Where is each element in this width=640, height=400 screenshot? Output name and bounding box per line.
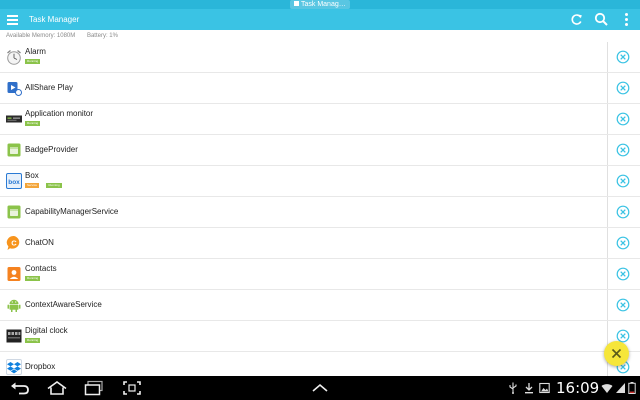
hamburger-menu-icon[interactable] xyxy=(7,13,18,26)
app-title: Task Manager xyxy=(29,15,80,24)
list-item-name: Dropbox xyxy=(25,362,56,371)
home-icon[interactable] xyxy=(46,380,68,396)
list-item-name: ChatON xyxy=(25,238,54,247)
close-circle-icon[interactable] xyxy=(616,174,630,188)
close-icon xyxy=(611,348,622,359)
list-item-name: Box xyxy=(25,171,39,180)
list-item-name: ContextAwareService xyxy=(25,300,102,309)
download-icon xyxy=(525,383,533,394)
status-notification-label: Task Manag… xyxy=(301,1,346,8)
list-item-capabilitymanagerservice[interactable]: CapabilityManagerService xyxy=(0,197,640,228)
list-item-name: Application monitor xyxy=(25,109,94,118)
list-item-contextawareservice[interactable]: ContextAwareService xyxy=(0,290,640,321)
list-item-box[interactable]: box Box Service Running xyxy=(0,166,640,197)
battery-icon xyxy=(628,382,636,394)
svg-text:box: box xyxy=(8,179,20,186)
running-badge: Running xyxy=(46,183,62,188)
chevron-up-icon[interactable] xyxy=(311,380,329,396)
image-icon xyxy=(539,382,550,394)
svg-text:C: C xyxy=(11,239,17,248)
list-item-dropbox[interactable]: Dropbox xyxy=(0,352,640,376)
android-package-icon xyxy=(7,143,21,157)
list-item-name: BadgeProvider xyxy=(25,145,78,154)
list-item-name: Contacts xyxy=(25,264,57,273)
service-badge: Service xyxy=(25,183,40,188)
android-robot-icon xyxy=(7,299,21,312)
close-circle-icon[interactable] xyxy=(616,143,630,157)
task-list[interactable]: Alarm Running AllShare Play Application … xyxy=(0,42,640,376)
list-item-chaton[interactable]: C ChatON xyxy=(0,228,640,259)
back-icon[interactable] xyxy=(10,380,30,396)
list-item-digital-clock[interactable]: Digital clock Running xyxy=(0,321,640,352)
usb-icon xyxy=(509,382,517,394)
close-circle-icon[interactable] xyxy=(616,205,630,219)
allshare-play-icon xyxy=(7,82,22,96)
status-bar: Task Manag… xyxy=(0,0,640,9)
android-package-icon xyxy=(7,205,21,219)
battery-level: Battery: 1% xyxy=(86,33,118,39)
close-circle-icon[interactable] xyxy=(616,267,630,281)
memory-info-bar: Available Memory: 1080M Battery: 1% xyxy=(0,30,640,42)
list-item-badgeprovider[interactable]: BadgeProvider xyxy=(0,135,640,166)
list-item-name: AllShare Play xyxy=(25,83,74,92)
dropbox-icon xyxy=(6,359,22,375)
running-badge: Running xyxy=(25,276,41,281)
list-item-alarm[interactable]: Alarm Running xyxy=(0,42,640,73)
application-monitor-icon xyxy=(6,115,22,123)
close-circle-icon[interactable] xyxy=(616,50,630,64)
list-item-name: Digital clock xyxy=(25,326,68,335)
contacts-icon xyxy=(7,267,21,281)
system-nav-bar: 16:09 xyxy=(0,376,640,400)
system-clock: 16:09 xyxy=(556,379,600,397)
alarm-clock-icon xyxy=(7,49,21,65)
available-memory: Available Memory: 1080M xyxy=(6,33,76,39)
close-circle-icon[interactable] xyxy=(616,236,630,250)
chaton-icon: C xyxy=(6,235,20,250)
screenshot-icon[interactable] xyxy=(122,380,142,396)
list-item-contacts[interactable]: Contacts Running xyxy=(0,259,640,290)
status-notification: Task Manag… xyxy=(290,0,350,9)
notification-app-icon xyxy=(294,1,299,6)
close-circle-icon[interactable] xyxy=(616,298,630,312)
digital-clock-icon xyxy=(6,329,22,343)
app-bar: Task Manager xyxy=(0,9,640,30)
list-item-allshare-play[interactable]: AllShare Play xyxy=(0,73,640,104)
list-item-name: Alarm xyxy=(25,47,46,56)
refresh-icon[interactable] xyxy=(568,11,585,28)
signal-icon xyxy=(616,383,625,393)
box-icon: box xyxy=(6,173,22,189)
search-icon[interactable] xyxy=(593,11,610,28)
running-badge: Running xyxy=(25,121,41,126)
running-badge: Running xyxy=(25,338,41,343)
wifi-icon xyxy=(601,384,613,393)
close-circle-icon[interactable] xyxy=(616,81,630,95)
close-circle-icon[interactable] xyxy=(616,112,630,126)
recent-apps-icon[interactable] xyxy=(84,380,104,396)
list-item-application-monitor[interactable]: Application monitor Running xyxy=(0,104,640,135)
overflow-menu-icon[interactable] xyxy=(618,11,635,28)
kill-all-button[interactable] xyxy=(604,341,629,366)
running-badge: Running xyxy=(25,59,41,64)
list-item-name: CapabilityManagerService xyxy=(25,207,119,216)
